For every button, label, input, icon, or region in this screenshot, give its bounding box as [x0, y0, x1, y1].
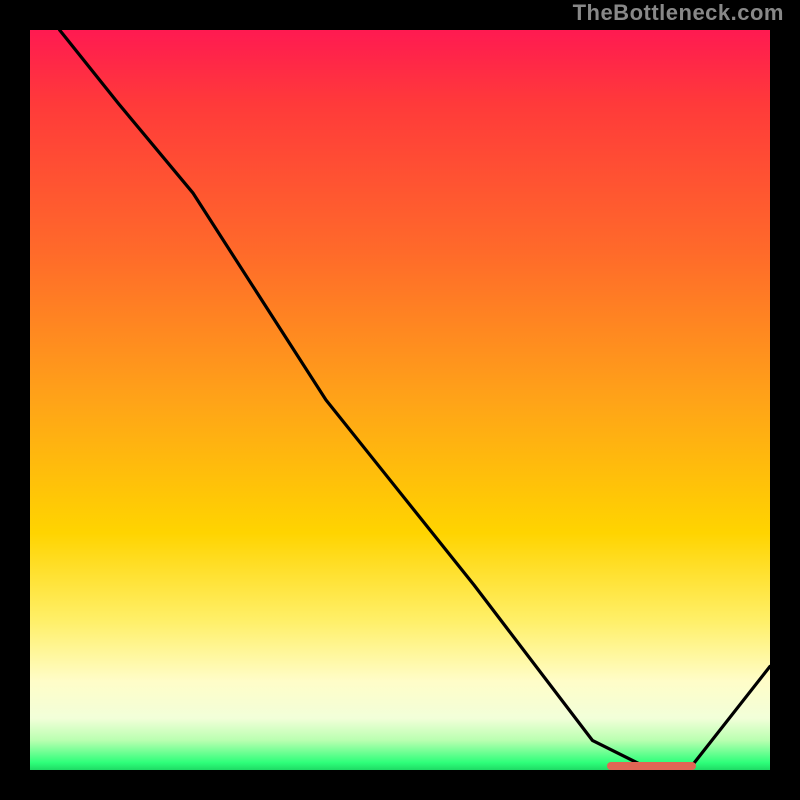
curve-svg: [30, 30, 770, 770]
curve-path: [60, 30, 770, 770]
watermark-text: TheBottleneck.com: [573, 0, 784, 26]
optimal-range-marker: [607, 762, 696, 770]
plot-area: [30, 30, 770, 770]
chart-stage: TheBottleneck.com: [0, 0, 800, 800]
